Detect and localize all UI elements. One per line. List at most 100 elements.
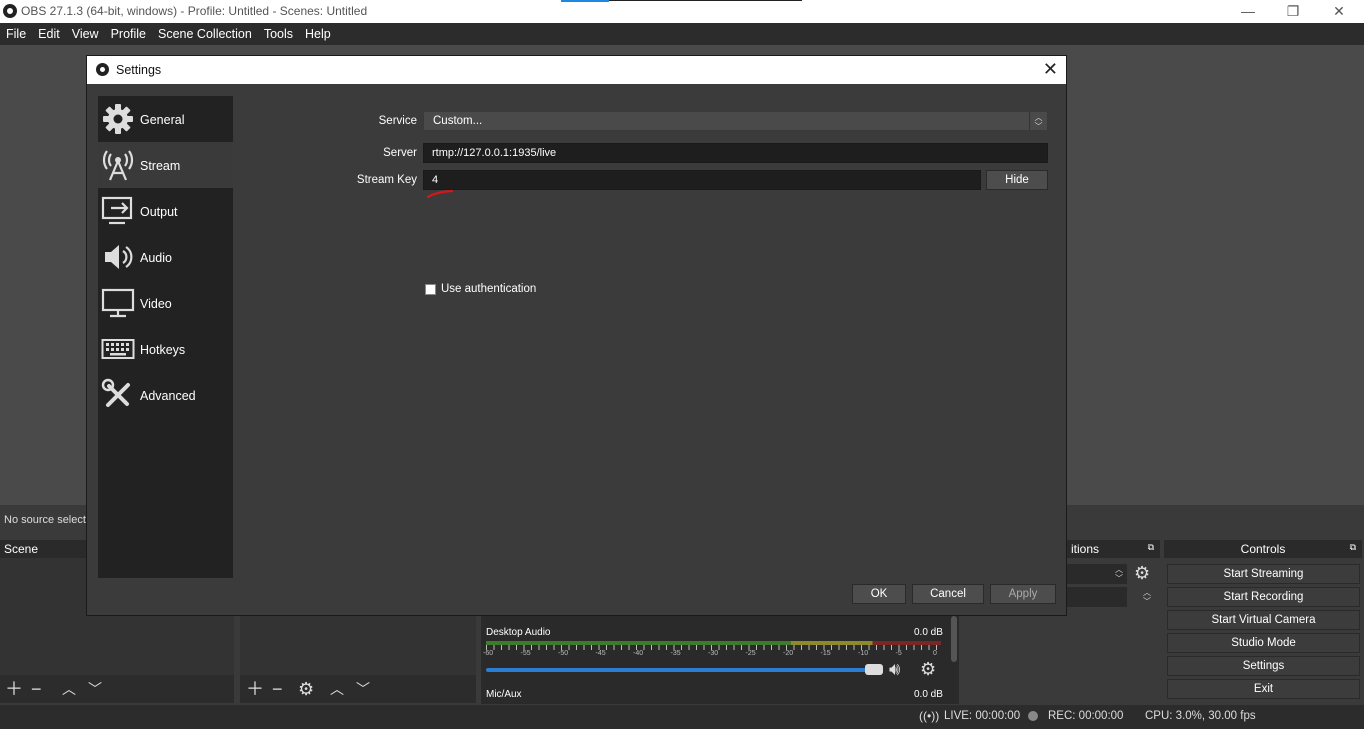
service-label: Service [378, 115, 417, 127]
dialog-close-button[interactable]: ✕ [1043, 59, 1058, 80]
menu-tools[interactable]: Tools [258, 23, 299, 45]
transition-spin-icon[interactable]: ︿ ﹀ [1111, 564, 1127, 584]
service-select[interactable]: Custom... ︿ ﹀ [423, 111, 1048, 131]
menu-edit[interactable]: Edit [32, 23, 66, 45]
meter-tick-label: 0 [933, 650, 937, 657]
speaker-icon [105, 245, 133, 269]
sidebar-item-label: Audio [140, 251, 172, 265]
mic-aux-db: 0.0 dB [914, 689, 943, 700]
source-down-icon[interactable]: ﹀ [356, 679, 370, 699]
scenes-toolbar: ＋ − ︿ ﹀ [0, 675, 234, 703]
meter-tick-label: -5 [895, 650, 902, 657]
gear-icon [103, 104, 133, 134]
title-accent [561, 0, 609, 2]
restore-button[interactable]: ❐ [1278, 2, 1308, 20]
sidebar-item-audio[interactable]: Audio [98, 234, 233, 280]
sidebar-item-label: Advanced [140, 389, 196, 403]
service-value: Custom... [433, 115, 483, 127]
dialog-title: Settings [116, 63, 162, 77]
minimize-button[interactable]: — [1233, 2, 1263, 20]
stream-key-input[interactable]: 4 [423, 170, 981, 190]
combo-arrow-icon: ︿ ﹀ [1029, 112, 1047, 131]
controls-undock-icon[interactable]: ⧉ [1350, 542, 1356, 553]
audio-settings-gear-icon[interactable]: ⚙ [920, 659, 936, 680]
menu-file[interactable]: File [0, 23, 32, 45]
sidebar-item-label: General [140, 113, 185, 127]
tools-icon [101, 378, 130, 407]
server-input[interactable]: rtmp://127.0.0.1:1935/live [423, 143, 1048, 163]
output-icon [101, 196, 133, 225]
hide-key-button[interactable]: Hide [986, 170, 1048, 190]
menu-scene-collection[interactable]: Scene Collection [152, 23, 258, 45]
sidebar-item-hotkeys[interactable]: Hotkeys [98, 326, 233, 372]
sidebar-item-output[interactable]: Output [98, 188, 233, 234]
remove-source-icon[interactable]: − [272, 679, 283, 699]
exit-button[interactable]: Exit [1167, 679, 1360, 699]
meter-tick-label: -30 [708, 650, 719, 657]
sidebar-item-general[interactable]: General [98, 96, 233, 142]
meter-tick-label: -60 [483, 650, 494, 657]
mixer-scrollbar[interactable] [949, 616, 959, 704]
monitor-icon [101, 288, 135, 318]
duration-field[interactable] [1067, 587, 1127, 607]
start-streaming-button[interactable]: Start Streaming [1167, 564, 1360, 584]
ok-button[interactable]: OK [852, 584, 906, 604]
meter-tick-label: -15 [820, 650, 831, 657]
undock-icon[interactable]: ⧉ [1148, 542, 1154, 553]
obs-logo-icon [3, 4, 17, 18]
red-underline-annotation [426, 189, 454, 199]
add-source-icon[interactable]: ＋ [246, 679, 264, 699]
controls-dock-header: Controls ⧉ [1164, 540, 1362, 558]
source-up-icon[interactable]: ︿ [330, 679, 344, 699]
settings-button[interactable]: Settings [1167, 656, 1360, 676]
sidebar-item-label: Hotkeys [140, 343, 186, 357]
cancel-button[interactable]: Cancel [912, 584, 984, 604]
source-properties-gear-icon[interactable]: ⚙ [298, 679, 314, 699]
volume-slider-handle[interactable] [865, 664, 883, 675]
sidebar-item-label: Video [140, 297, 172, 311]
meter-tick-label: -55 [520, 650, 531, 657]
meter-tick-label: -10 [858, 650, 869, 657]
controls-header-label: Controls [1240, 542, 1286, 556]
sidebar-item-video[interactable]: Video [98, 280, 233, 326]
remove-scene-icon[interactable]: − [31, 679, 42, 699]
use-authentication-checkbox[interactable] [425, 284, 436, 295]
meter-tick-label: -25 [745, 650, 756, 657]
desktop-volume-slider[interactable] [486, 668, 871, 672]
meter-tick-label: -35 [670, 650, 681, 657]
duration-spin-icon[interactable]: ︿ ﹀ [1139, 587, 1155, 607]
meter-tick-label: -20 [783, 650, 794, 657]
sidebar-item-stream[interactable]: Stream [98, 142, 233, 188]
menu-profile[interactable]: Profile [105, 23, 152, 45]
server-label: Server [383, 147, 417, 159]
move-up-icon[interactable]: ︿ [62, 679, 76, 699]
scenes-header-label: Scene [4, 542, 39, 556]
speaker-mute-icon[interactable]: 🔊︎ [889, 659, 900, 680]
move-down-icon[interactable]: ﹀ [88, 679, 102, 699]
dialog-title-bar: Settings ✕ [87, 56, 1066, 84]
live-antenna-icon: ((•)) [919, 709, 940, 723]
sidebar-item-advanced[interactable]: Advanced [98, 372, 233, 418]
sources-toolbar: ＋ − ⚙ ︿ ﹀ [240, 675, 476, 703]
apply-button[interactable]: Apply [990, 584, 1056, 604]
start-recording-button[interactable]: Start Recording [1167, 587, 1360, 607]
transition-gear-icon[interactable]: ⚙ [1134, 563, 1150, 584]
rec-time: REC: 00:00:00 [1048, 710, 1124, 722]
desktop-audio-db: 0.0 dB [914, 627, 943, 638]
settings-dialog: Settings ✕ General Stream Output Audio V… [86, 55, 1067, 616]
transitions-dock-header: itions ⧉ [1067, 540, 1160, 558]
menu-help[interactable]: Help [299, 23, 337, 45]
start-virtual-camera-button[interactable]: Start Virtual Camera [1167, 610, 1360, 630]
keyboard-icon [101, 339, 135, 359]
live-time: LIVE: 00:00:00 [944, 710, 1021, 722]
sidebar-item-label: Stream [140, 159, 181, 173]
audio-mixer: Desktop Audio 0.0 dB -60 -55 -50 -45 -40 -35-… [481, 616, 959, 704]
rec-dot-icon [1028, 711, 1038, 721]
menu-view[interactable]: View [66, 23, 105, 45]
status-bar: ((•)) LIVE: 00:00:00 REC: 00:00:00 CPU: … [0, 705, 1364, 729]
add-scene-icon[interactable]: ＋ [5, 679, 23, 699]
meter-tick-label: -40 [633, 650, 644, 657]
close-button[interactable]: ✕ [1324, 2, 1354, 20]
studio-mode-button[interactable]: Studio Mode [1167, 633, 1360, 653]
obs-logo-icon [96, 63, 109, 76]
